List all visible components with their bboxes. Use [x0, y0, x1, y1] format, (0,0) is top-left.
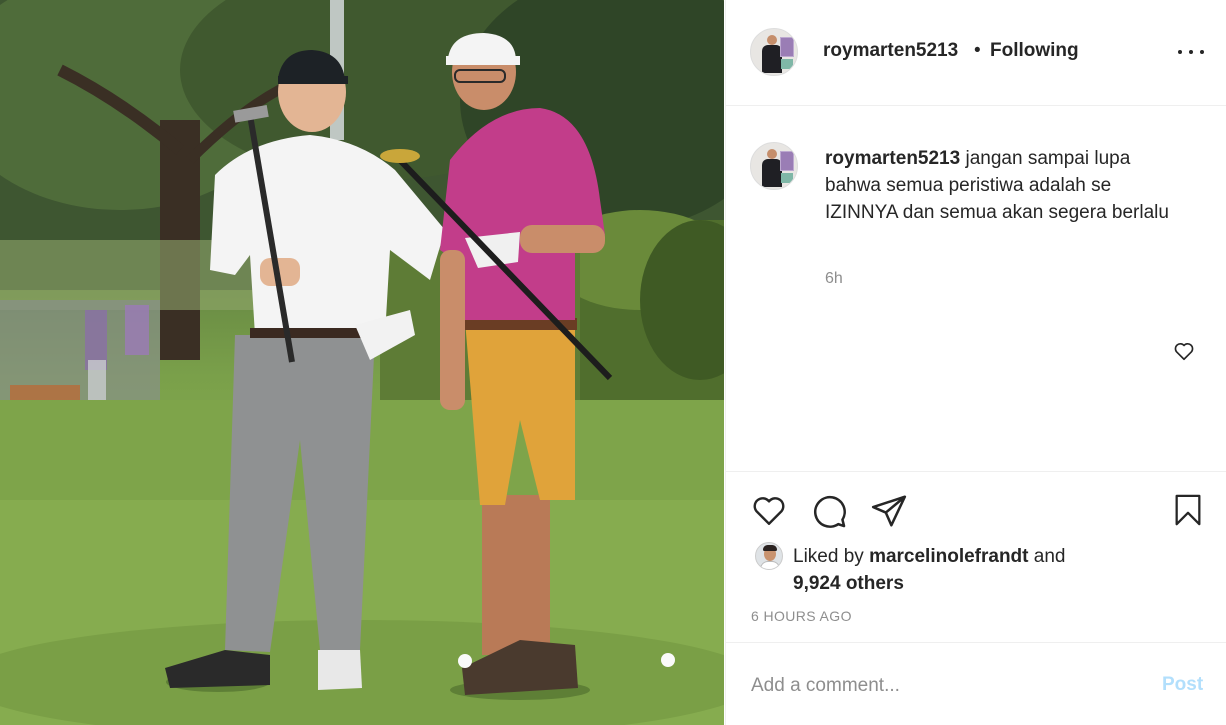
paper-plane-icon[interactable] — [870, 492, 908, 530]
post-sidebar: roymarten5213 • Following roymarten5213 … — [725, 0, 1226, 725]
post-photo[interactable] — [0, 0, 724, 725]
caption-author-avatar[interactable] — [750, 142, 798, 190]
comment-input[interactable] — [751, 672, 1131, 700]
comment-box: Post — [726, 644, 1226, 725]
caption-text: roymarten5213 jangan sampai lupa bahwa s… — [825, 145, 1185, 226]
caption-heart-icon[interactable] — [1173, 340, 1195, 362]
likes-user[interactable]: marcelinolefrandt — [869, 546, 1028, 567]
actions-section: Liked by marcelinolefrandt and 9,924 oth… — [726, 473, 1226, 643]
post-header: roymarten5213 • Following — [726, 0, 1226, 106]
post-button[interactable]: Post — [1162, 674, 1203, 696]
caption-section: roymarten5213 jangan sampai lupa bahwa s… — [726, 107, 1226, 472]
liked-by-avatar[interactable] — [755, 542, 783, 570]
more-horizontal-icon[interactable] — [1178, 42, 1204, 62]
likes-summary: Liked by marcelinolefrandt and 9,924 oth… — [793, 543, 1113, 597]
author-avatar[interactable] — [750, 28, 798, 76]
comment-icon[interactable] — [810, 492, 848, 530]
likes-others[interactable]: 9,924 others — [793, 573, 904, 594]
header-separator: • — [974, 40, 981, 61]
following-button[interactable]: Following — [990, 40, 1079, 62]
post-timestamp[interactable]: 6 HOURS AGO — [751, 608, 852, 624]
likes-middle: and — [1033, 546, 1066, 567]
likes-prefix: Liked by — [793, 546, 864, 567]
heart-icon[interactable] — [750, 493, 788, 529]
golfers-illustration — [0, 0, 724, 725]
bookmark-icon[interactable] — [1171, 491, 1205, 529]
caption-time[interactable]: 6h — [825, 270, 843, 288]
author-username[interactable]: roymarten5213 — [823, 40, 958, 62]
caption-username[interactable]: roymarten5213 — [825, 148, 960, 169]
